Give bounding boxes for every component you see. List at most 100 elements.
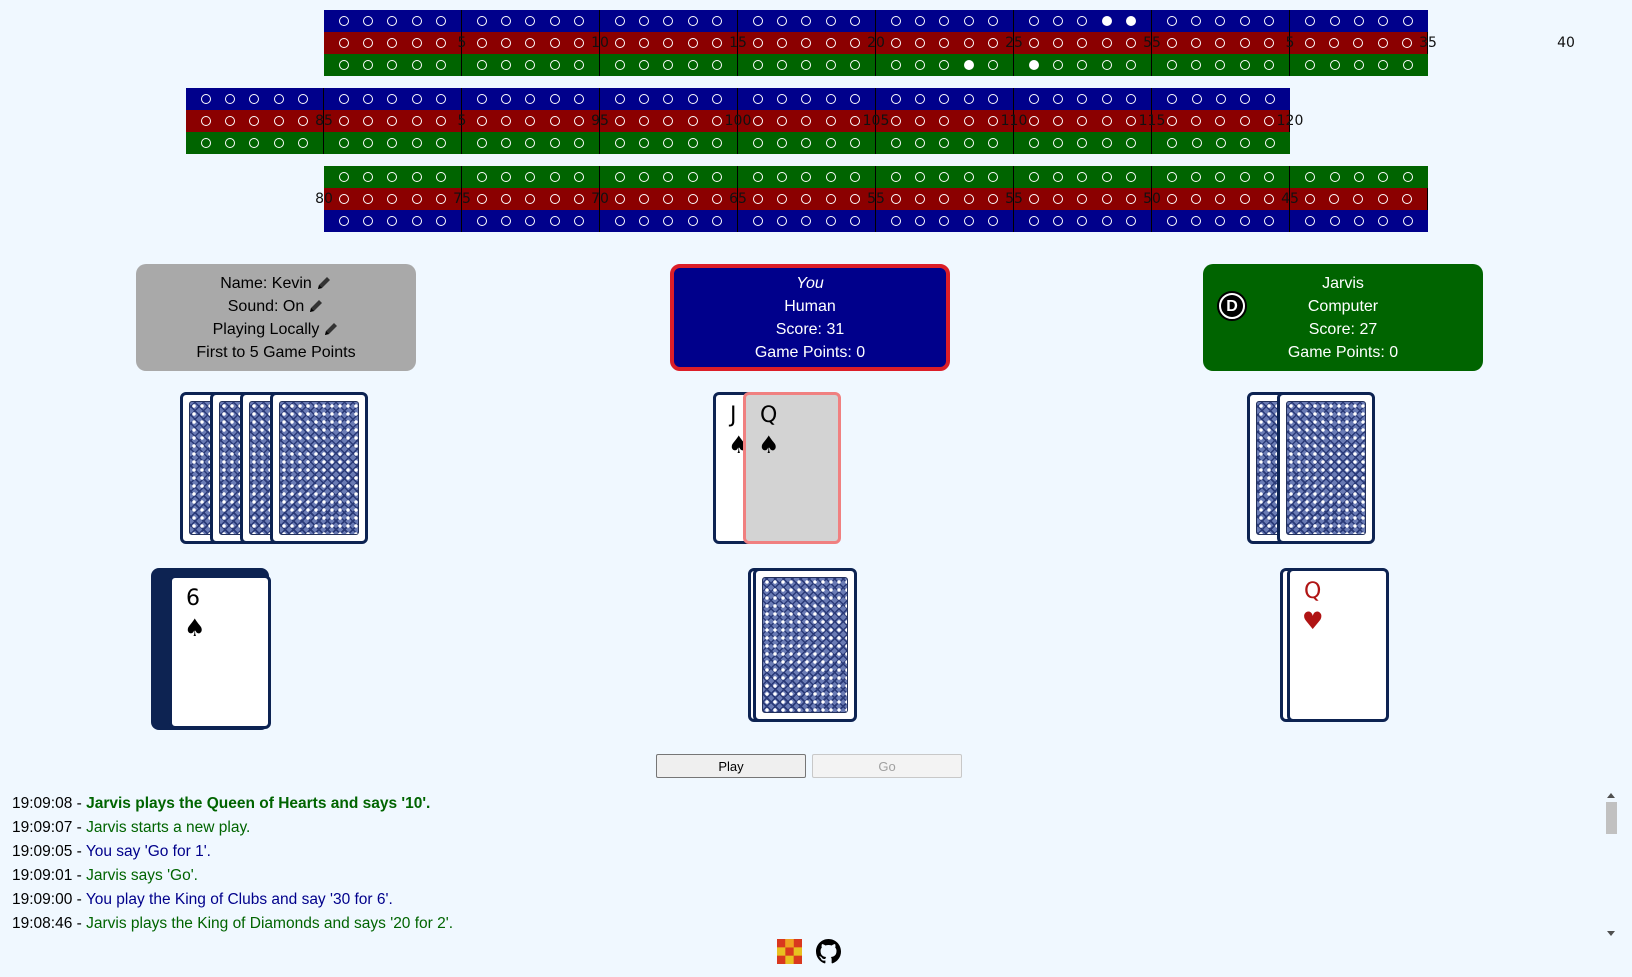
board-segment xyxy=(324,132,462,154)
peg-hole xyxy=(1125,60,1136,70)
peg-hole xyxy=(687,16,698,26)
edit-sound-icon[interactable] xyxy=(308,298,324,314)
peg-hole xyxy=(1264,138,1275,148)
peg-hole xyxy=(501,60,512,70)
peg-hole xyxy=(501,216,512,226)
board-segment xyxy=(600,110,738,132)
peg-hole xyxy=(753,138,764,148)
board-segment xyxy=(1014,32,1152,54)
opponent-score: Score: 27 xyxy=(1308,320,1378,338)
board-segment xyxy=(738,10,876,32)
peg-hole xyxy=(387,16,398,26)
peg-hole xyxy=(1263,60,1274,70)
peg-hole xyxy=(1239,116,1250,126)
peg-hole xyxy=(1240,138,1251,148)
opponent-game-points: Game Points: 0 xyxy=(1287,343,1399,361)
peg-hole xyxy=(1353,194,1364,204)
peg-hole xyxy=(525,216,536,226)
peg-hole xyxy=(615,38,626,48)
board-segment xyxy=(462,32,600,54)
board-segment xyxy=(738,110,876,132)
peg-hole xyxy=(573,194,584,204)
peg-hole xyxy=(411,38,422,48)
edit-mode-icon[interactable] xyxy=(323,321,339,337)
sound-label: Sound: On xyxy=(227,297,305,315)
peg-hole xyxy=(939,116,950,126)
peg-hole xyxy=(915,60,926,70)
peg-hole xyxy=(1053,194,1064,204)
peg-hole xyxy=(1353,60,1364,70)
board-segment xyxy=(324,10,462,32)
peg-hole xyxy=(1029,172,1040,182)
peg-hole xyxy=(711,16,722,26)
peg-hole xyxy=(411,216,422,226)
github-icon[interactable] xyxy=(816,939,841,964)
hand-card-queen-spades[interactable]: Q ♠ xyxy=(743,392,841,544)
peg-hole xyxy=(939,172,950,182)
peg-hole xyxy=(891,194,902,204)
peg-hole xyxy=(1239,16,1250,26)
peg-hole xyxy=(477,116,488,126)
peg-hole xyxy=(753,94,764,104)
peg-hole xyxy=(639,138,650,148)
board-segment xyxy=(324,166,462,188)
board-segment xyxy=(462,110,600,132)
peg-hole xyxy=(825,138,836,148)
app-logo-icon[interactable] xyxy=(777,939,802,964)
peg-hole xyxy=(915,194,926,204)
peg-hole xyxy=(639,116,650,126)
peg-hole xyxy=(435,116,446,126)
edit-name-icon[interactable] xyxy=(316,275,332,291)
game-log[interactable]: 19:09:08 - Jarvis plays the Queen of Hea… xyxy=(12,792,1602,937)
peg-hole xyxy=(549,216,560,226)
peg-hole xyxy=(1077,138,1088,148)
scroll-down-icon[interactable] xyxy=(1607,931,1615,936)
peg-hole xyxy=(1053,216,1064,226)
peg-hole xyxy=(1077,16,1088,26)
peg-hole xyxy=(1167,60,1178,70)
peg-hole xyxy=(1353,38,1364,48)
scroll-thumb[interactable] xyxy=(1606,802,1617,834)
board-segment xyxy=(1152,88,1290,110)
board-tick-label: 10 xyxy=(591,35,609,51)
peg-hole xyxy=(339,38,350,48)
peg-hole xyxy=(1125,116,1136,126)
peg-hole xyxy=(663,60,674,70)
peg-hole xyxy=(939,138,950,148)
board-tick-label: 110 xyxy=(1000,113,1028,129)
peg-hole xyxy=(1167,116,1178,126)
peg-hole xyxy=(687,60,698,70)
peg-hole xyxy=(891,116,902,126)
scroll-up-icon[interactable] xyxy=(1607,793,1615,798)
peg-hole xyxy=(711,194,722,204)
peg-hole xyxy=(1401,194,1412,204)
peg-hole xyxy=(1263,116,1274,126)
play-button[interactable]: Play xyxy=(656,754,806,778)
peg-hole xyxy=(1101,138,1112,148)
board-segment xyxy=(876,210,1014,232)
board-tick-label: 75 xyxy=(453,191,471,207)
board-segment xyxy=(1290,32,1428,54)
log-scrollbar[interactable] xyxy=(1605,792,1618,937)
peg-hole xyxy=(801,94,812,104)
peg-hole xyxy=(573,38,584,48)
peg-hole xyxy=(963,116,974,126)
track-top-red: 5 10 15 20 25 55 5 35 40 xyxy=(324,32,1575,54)
goal-label: First to 5 Game Points xyxy=(196,343,356,361)
peg-hole xyxy=(435,138,446,148)
go-button[interactable]: Go xyxy=(812,754,962,778)
peg-hole xyxy=(1215,216,1226,226)
name-setting[interactable]: Name: Kevin xyxy=(220,272,332,295)
board-segment xyxy=(1014,166,1152,188)
board-segment xyxy=(600,210,738,232)
board-tick-label: 100 xyxy=(724,113,752,129)
peg-hole xyxy=(891,216,902,226)
peg-hole xyxy=(273,138,284,148)
peg-hole xyxy=(1029,194,1040,204)
peg-hole xyxy=(1215,38,1226,48)
peg-hole xyxy=(915,172,926,182)
mode-setting[interactable]: Playing Locally xyxy=(213,318,340,341)
sound-setting[interactable]: Sound: On xyxy=(228,295,325,318)
track-middle-red: 85 5 95 100 105 110 115 120 xyxy=(186,110,1303,132)
deck-card-back[interactable] xyxy=(753,568,857,722)
